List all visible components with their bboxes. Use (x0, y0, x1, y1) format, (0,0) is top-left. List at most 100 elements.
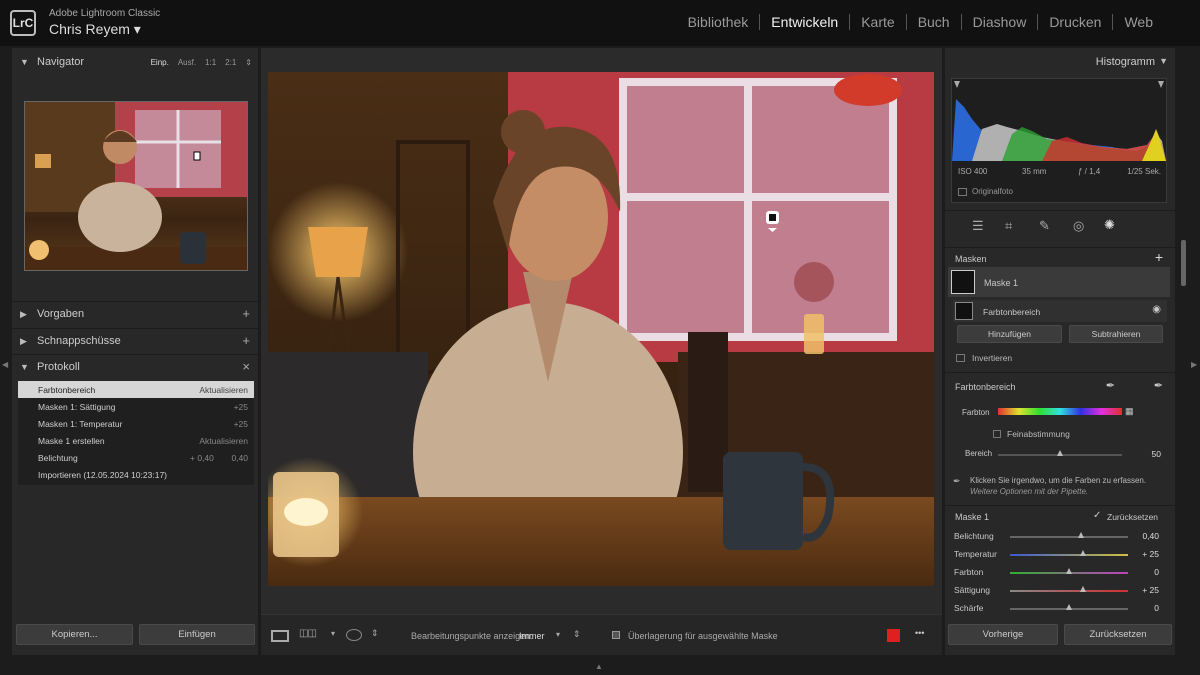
add-snapshot-icon[interactable]: + (242, 333, 250, 348)
zoom-1-1[interactable]: 1:1 (205, 58, 216, 67)
module-karte[interactable]: Karte (849, 14, 905, 30)
history-item[interactable]: Farbtonbereich Aktualisieren (18, 381, 254, 398)
masks-title: Masken (955, 254, 987, 264)
eyedropper-hint-icon: ✒ (953, 476, 961, 486)
left-panel-toggle-icon[interactable]: ◀ (2, 360, 8, 369)
slider-thumb[interactable] (1077, 532, 1084, 538)
histogram: ISO 400 35 mm ƒ / 1,4 1/25 Sek. Original… (951, 78, 1167, 203)
snapshots-header[interactable]: ▶ Schnappschüsse + (12, 328, 258, 354)
sharpness-slider[interactable]: Schärfe 0 (945, 599, 1175, 617)
heal-icon[interactable]: ✎ (1039, 218, 1050, 234)
loupe-view-icon[interactable] (271, 630, 289, 642)
previous-button[interactable]: Vorherige (948, 624, 1058, 645)
slider-thumb[interactable] (1080, 550, 1087, 556)
eyedropper-icon[interactable]: ✒ (1106, 379, 1115, 392)
navigator-header[interactable]: ▼ Navigator Einp. Ausf. 1:1 2:1 ⇕ (12, 50, 258, 76)
shutter-value: 1/25 Sek. (1127, 167, 1161, 176)
range-section: Farbtonbereich ✒ ✒ Farbton ▦ Feinabstimm… (945, 372, 1175, 502)
mask-thumbnail (951, 270, 975, 294)
add-preset-icon[interactable]: + (242, 306, 250, 321)
mask1-reset[interactable]: Zurücksetzen (1107, 512, 1158, 522)
add-mask-icon[interactable]: + (1155, 249, 1163, 265)
slider-thumb[interactable] (1080, 586, 1087, 592)
copy-button[interactable]: Kopieren... (16, 624, 133, 645)
overlay-color-swatch[interactable] (887, 629, 900, 642)
mask-component-row[interactable]: Farbtonbereich ◉ (953, 300, 1167, 322)
saturation-slider[interactable]: Sättigung + 25 (945, 581, 1175, 599)
navigator-preview[interactable] (24, 101, 248, 271)
history-item[interactable]: Importieren (12.05.2024 10:23:17) (18, 466, 254, 483)
history-header[interactable]: ▼ Protokoll × (12, 354, 258, 380)
reset-button[interactable]: Zurücksetzen (1064, 624, 1172, 645)
zoom-menu-icon[interactable]: ⇕ (245, 58, 252, 67)
chevron-down-icon[interactable]: ▾ (556, 630, 560, 639)
right-panel-scrollbar[interactable] (1181, 240, 1186, 286)
hint-text-2: Weitere Optionen mit der Pipette. (970, 487, 1089, 496)
temperature-slider[interactable]: Temperatur + 25 (945, 545, 1175, 563)
history-item[interactable]: Masken 1: Temperatur +25 (18, 415, 254, 432)
invert-checkbox[interactable] (956, 354, 965, 362)
zoom-fit[interactable]: Einp. (151, 58, 169, 67)
tint-slider[interactable]: Farbton 0 (945, 563, 1175, 581)
add-to-mask-button[interactable]: Hinzufügen (957, 325, 1062, 343)
module-entwickeln[interactable]: Entwickeln (759, 14, 849, 30)
module-web[interactable]: Web (1112, 14, 1164, 30)
zoom-2-1[interactable]: 2:1 (225, 58, 236, 67)
expand-icon: ▶ (20, 309, 27, 319)
mask-row[interactable]: Maske 1 (948, 267, 1170, 297)
crop-icon[interactable]: ⌗ (1005, 218, 1012, 234)
compare-view-icon[interactable]: ◫◫ (299, 628, 323, 642)
app-name: Adobe Lightroom Classic (49, 8, 161, 19)
range-slider[interactable]: Bereich 50 (945, 445, 1175, 463)
checkmark-icon[interactable]: ✓ (1093, 510, 1101, 521)
collapse-icon[interactable]: ▼ (1159, 56, 1168, 66)
masking-icon[interactable]: ✺ (1104, 217, 1115, 233)
fine-tune-label: Feinabstimmung (1007, 429, 1070, 439)
expand-icon: ▶ (20, 336, 27, 346)
module-drucken[interactable]: Drucken (1037, 14, 1112, 30)
navigator-zoom: Einp. Ausf. 1:1 2:1 ⇕ (151, 58, 252, 67)
collapse-icon: ▼ (20, 362, 29, 372)
slider-thumb[interactable] (1057, 450, 1063, 456)
edit-points-label: Bearbeitungspunkte anzeigen: (411, 631, 533, 641)
vorgaben-header[interactable]: ▶ Vorgaben + (12, 301, 258, 327)
original-photo-checkbox[interactable] (958, 188, 967, 196)
compare-menu-icon[interactable]: ▾ (331, 629, 335, 638)
hue-label: Farbton (962, 408, 990, 417)
hue-range-bar[interactable] (998, 408, 1122, 415)
right-panel-toggle-icon[interactable]: ▶ (1191, 360, 1197, 369)
focal-length: 35 mm (1022, 167, 1047, 176)
exposure-slider[interactable]: Belichtung 0,40 (945, 527, 1175, 545)
paste-button[interactable]: Einfügen (139, 624, 255, 645)
overlay-checkbox[interactable] (612, 631, 620, 639)
eyedropper-alt-icon[interactable]: ✒ (1154, 379, 1163, 392)
main-photo[interactable] (268, 72, 934, 586)
module-diashow[interactable]: Diashow (960, 14, 1038, 30)
redeye-icon[interactable]: ◎ (1073, 218, 1084, 234)
visibility-eye-icon[interactable]: ◉ (1152, 304, 1161, 315)
edit-points-select[interactable]: Immer (519, 631, 545, 641)
masks-header: Masken + (945, 247, 1175, 267)
history-item[interactable]: Masken 1: Sättigung +25 (18, 398, 254, 415)
subtract-from-mask-button[interactable]: Subtrahieren (1069, 325, 1163, 343)
updown-icon[interactable]: ⇕ (573, 629, 581, 640)
user-menu[interactable]: Chris Reyem ▾ (49, 21, 141, 38)
zoom-fill[interactable]: Ausf. (178, 58, 196, 67)
fine-tune-checkbox[interactable] (993, 430, 1001, 438)
top-bar: LrC Adobe Lightroom Classic Chris Reyem … (0, 0, 1200, 46)
sliders-icon[interactable]: ☰ (972, 218, 984, 234)
module-bibliothek[interactable]: Bibliothek (677, 14, 760, 30)
component-name: Farbtonbereich (983, 307, 1041, 317)
slider-thumb[interactable] (1066, 568, 1072, 574)
updown-icon[interactable]: ⇕ (371, 628, 379, 639)
history-item[interactable]: Belichtung + 0,40 0,40 (18, 449, 254, 466)
filmstrip-toggle-icon[interactable]: ▲ (595, 662, 603, 671)
clear-history-icon[interactable]: × (242, 359, 250, 374)
lasso-icon[interactable] (346, 629, 362, 641)
module-buch[interactable]: Buch (905, 14, 961, 30)
slider-thumb[interactable] (1066, 604, 1072, 610)
history-item[interactable]: Maske 1 erstellen Aktualisieren (18, 432, 254, 449)
module-picker: Bibliothek Entwickeln Karte Buch Diashow… (677, 14, 1164, 30)
snapshots-title: Schnappschüsse (37, 335, 121, 347)
more-options-icon[interactable]: ••• (915, 628, 924, 638)
